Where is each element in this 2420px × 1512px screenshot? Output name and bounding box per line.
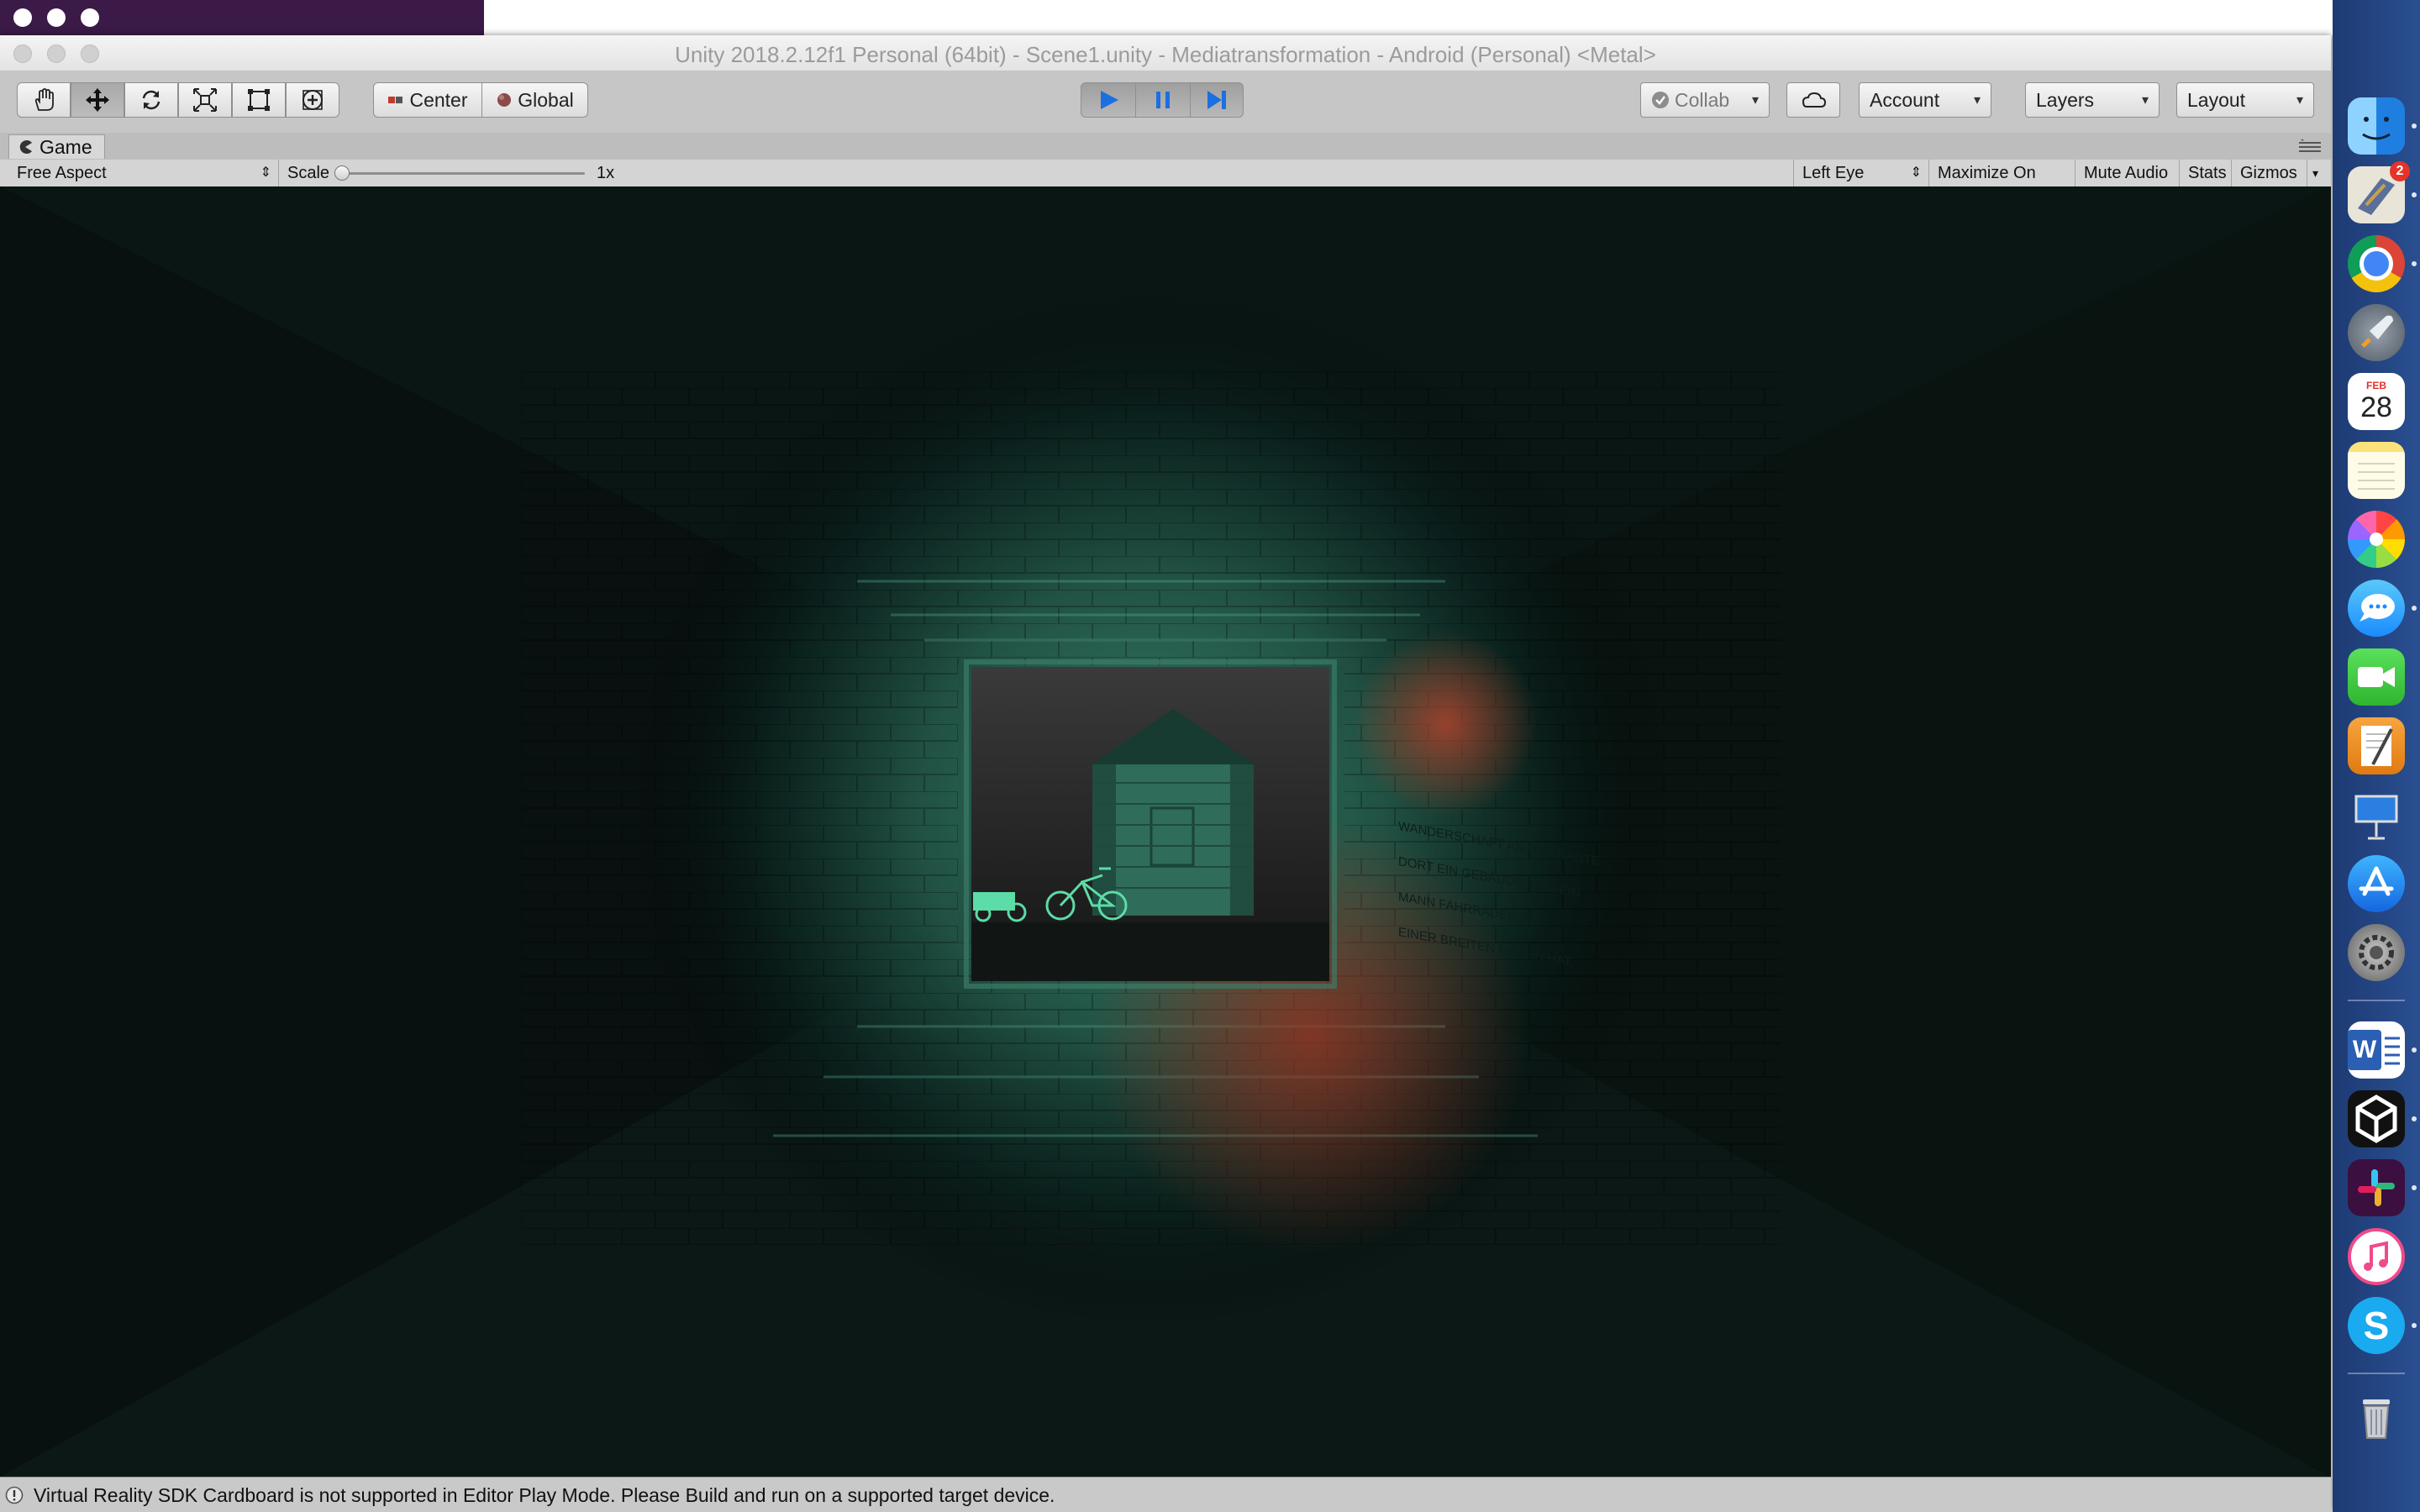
skype-icon[interactable]: S [2348,1297,2405,1354]
pause-button[interactable] [1135,82,1191,118]
mute-label: Mute Audio [2084,164,2169,182]
trash-icon[interactable] [2348,1388,2405,1445]
dock: 2 FEB 28 W S [2333,0,2420,1512]
stats-toggle[interactable]: Stats [2180,160,2232,186]
screen: Unity 2018.2.12f1 Personal (64bit) - Sce… [0,0,2420,1512]
rotate-tool-button[interactable] [124,82,178,118]
rotate-icon [142,90,160,110]
calendar-month: FEB [2366,380,2386,391]
bg-window-close-button[interactable] [13,8,32,27]
title-bar[interactable]: Unity 2018.2.12f1 Personal (64bit) - Sce… [0,35,2331,71]
itunes-icon[interactable] [2348,1228,2405,1285]
play-icon [1101,91,1118,109]
cloud-icon [1802,92,1827,108]
aspect-stepper-icon: ⇕ [260,165,271,180]
layers-label: Layers [2036,88,2095,111]
scale-label: Scale [287,164,330,182]
globe-icon [497,93,512,107]
pivot-global-label: Global [518,88,574,111]
scale-icon [193,88,217,112]
layers-dropdown[interactable]: Layers [2025,82,2160,118]
console-status-bar[interactable]: Virtual Reality SDK Cardboard is not sup… [0,1477,2331,1512]
account-dropdown[interactable]: Account [1859,82,1991,118]
layout-label: Layout [2187,88,2246,111]
collab-check-icon [1652,92,1669,108]
pivot-center-label: Center [409,88,468,111]
eye-stepper-icon: ⇕ [1910,165,1922,180]
tab-game-label: Game [39,136,92,158]
collab-label: Collab [1675,88,1730,111]
layout-dropdown[interactable]: Layout [2176,82,2314,118]
tab-menu-icon[interactable] [2297,138,2323,155]
doorway [971,667,1329,981]
pacman-icon [19,140,32,154]
mail-icon[interactable]: 2 [2348,161,2410,223]
gizmos-dropdown-arrow[interactable]: ▾ [2307,160,2329,186]
photos-icon[interactable] [2348,511,2405,568]
hand-icon [34,88,54,111]
game-render: WANDERSCHAFT AN DER KANTE DORT EIN GEBÄU… [0,186,2331,1477]
background-window-header [0,0,484,35]
system-preferences-icon[interactable] [2348,924,2405,981]
keynote-icon[interactable] [2348,786,2405,843]
gizmos-label: Gizmos [2240,164,2297,182]
gizmos-toggle[interactable]: Gizmos [2232,160,2307,186]
rect-transform-icon [248,89,270,111]
app-store-icon[interactable] [2348,855,2405,912]
bg-window-zoom-button[interactable] [81,8,99,27]
pivot-center-icon [388,97,403,103]
calendar-day: 28 [2360,391,2392,423]
stats-label: Stats [2188,164,2227,182]
game-view[interactable]: WANDERSCHAFT AN DER KANTE DORT EIN GEBÄU… [0,186,2331,1477]
aspect-dropdown[interactable]: Free Aspect ⇕ [8,160,279,186]
slack-icon[interactable] [2348,1159,2405,1216]
transform-tool-button[interactable] [286,82,339,118]
cloud-button[interactable] [1786,82,1840,118]
status-message: Virtual Reality SDK Cardboard is not sup… [34,1484,1055,1506]
window-title: Unity 2018.2.12f1 Personal (64bit) - Sce… [675,42,1656,67]
scale-control: Scale 1x [279,160,625,186]
move-tool-button[interactable] [71,82,124,118]
scale-value: 1x [597,164,615,182]
main-toolbar: Center Global Collab ▾ Account ▾ Layers … [0,71,2331,134]
calendar-icon[interactable]: FEB 28 [2348,373,2405,430]
account-label: Account [1870,88,1940,111]
aspect-label: Free Aspect [17,164,107,182]
messages-icon[interactable] [2348,580,2405,637]
pivot-center-button[interactable]: Center [373,82,482,118]
step-icon [1207,91,1226,109]
pivot-global-button[interactable]: Global [481,82,588,118]
mute-audio-toggle[interactable]: Mute Audio [2075,160,2180,186]
game-toolbar: Free Aspect ⇕ Scale 1x Left Eye ⇕ Maximi… [0,160,2331,209]
mail-badge: 2 [2390,161,2410,181]
background-window [0,0,2333,35]
scale-slider-thumb[interactable] [334,165,350,181]
eye-label: Left Eye [1802,164,1865,182]
tab-game[interactable]: Game [8,134,105,159]
scale-slider-track[interactable] [339,172,585,175]
unity-window: Unity 2018.2.12f1 Personal (64bit) - Sce… [0,35,2331,1512]
transform-icon [302,90,323,110]
pause-icon [1156,92,1170,108]
finder-icon[interactable] [2348,97,2405,155]
pages-icon[interactable] [2348,717,2405,774]
maximize-on-play-toggle[interactable]: Maximize On Play [1929,160,2075,209]
step-button[interactable] [1190,82,1244,118]
facetime-icon[interactable] [2348,648,2405,706]
bg-window-minimize-button[interactable] [47,8,66,27]
word-icon[interactable]: W [2348,1021,2405,1079]
chrome-icon[interactable] [2348,235,2405,292]
hand-tool-button[interactable] [17,82,71,118]
eye-dropdown[interactable]: Left Eye ⇕ [1793,160,1929,186]
game-tab-bar: Game [0,133,2331,160]
rect-tool-button[interactable] [232,82,286,118]
scale-tool-button[interactable] [178,82,232,118]
collab-dropdown[interactable]: Collab [1640,82,1770,118]
launchpad-icon[interactable] [2348,304,2405,361]
unity-icon[interactable] [2348,1090,2405,1147]
move-arrows-icon [86,88,109,112]
play-button[interactable] [1081,82,1136,118]
notes-icon[interactable] [2348,442,2405,499]
warning-icon [5,1486,24,1504]
